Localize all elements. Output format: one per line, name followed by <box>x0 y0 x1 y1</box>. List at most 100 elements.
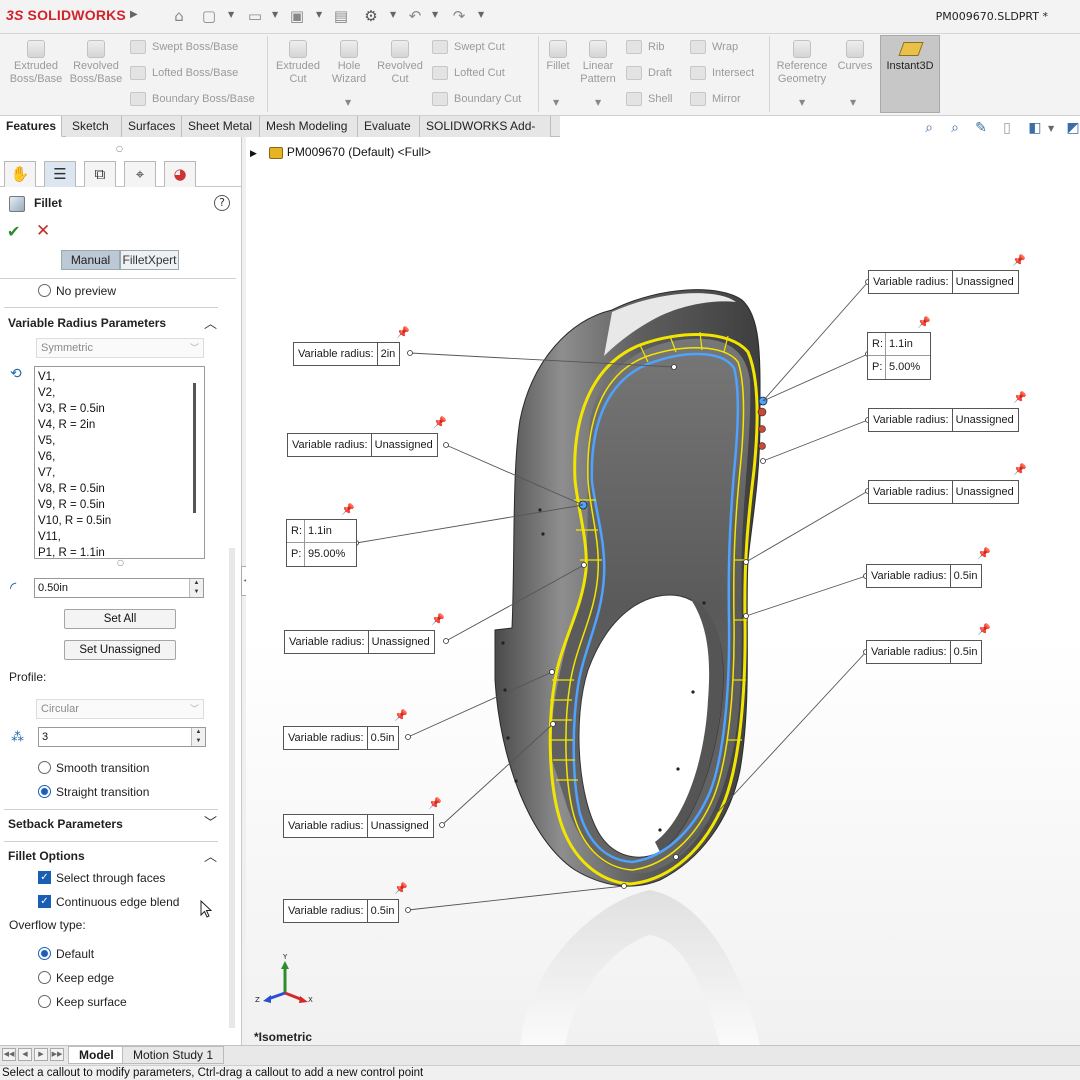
smooth-transition-radio[interactable] <box>38 761 51 775</box>
list-item[interactable]: V1, <box>38 369 201 385</box>
linear-pattern-dropdown-icon[interactable]: ▼ <box>595 98 601 107</box>
linear-pattern-button[interactable]: Linear Pattern <box>576 40 620 86</box>
wrap-button[interactable]: Wrap <box>690 37 738 57</box>
pin-icon[interactable]: 📌 <box>1013 391 1027 404</box>
prev-tab-icon[interactable]: ◀ <box>18 1048 32 1061</box>
tab-features[interactable]: Features <box>0 116 62 137</box>
pin-icon[interactable]: 📌 <box>433 416 447 429</box>
list-resize-grip-icon[interactable]: ○ <box>117 558 124 567</box>
radius-input[interactable]: 0.50in ▲ ▼ <box>34 578 204 598</box>
list-scrollbar[interactable] <box>193 383 196 513</box>
home-icon[interactable]: ⌂ <box>168 6 190 26</box>
swept-cut-button[interactable]: Swept Cut <box>432 37 505 57</box>
tab-sheet-metal[interactable]: Sheet Metal <box>182 116 260 137</box>
boundary-boss-button[interactable]: Boundary Boss/Base <box>130 89 255 109</box>
save-icon[interactable]: ▣ <box>286 6 308 26</box>
callout-value[interactable]: Unassigned <box>369 631 434 653</box>
menu-expand-icon[interactable]: ▶ <box>130 9 138 20</box>
undo-dropdown-icon[interactable]: ▼ <box>432 10 438 19</box>
open-icon[interactable]: ▭ <box>244 6 266 26</box>
variable-radius-callout[interactable]: Variable radius: 0.5in <box>866 564 983 588</box>
redo-icon[interactable]: ↷ <box>448 6 470 26</box>
tab-mesh-modeling[interactable]: Mesh Modeling <box>260 116 358 137</box>
propertymanager-tab-icon[interactable]: ☰ <box>44 161 76 187</box>
instances-input[interactable]: 3 ▲ ▼ <box>38 727 206 747</box>
variable-radius-callout[interactable]: Variable radius: Unassigned <box>868 270 1019 294</box>
vertex-radius-list[interactable]: V1, V2, V3, R = 0.5in V4, R = 2in V5, V6… <box>34 366 205 559</box>
fillet-button[interactable]: Fillet <box>542 40 574 73</box>
overflow-default-option[interactable]: Default <box>38 946 94 961</box>
variable-radius-callout[interactable]: Variable radius: Unassigned <box>287 433 438 457</box>
model-tab[interactable]: Model <box>68 1046 125 1064</box>
new-document-icon[interactable]: ▢ <box>198 6 220 26</box>
list-item[interactable]: P1, R = 1.1in <box>38 545 201 558</box>
lofted-cut-button[interactable]: Lofted Cut <box>432 63 505 83</box>
profile-select[interactable]: Circular ﹀ <box>36 699 204 719</box>
ok-checkmark-icon[interactable]: ✔ <box>7 222 20 241</box>
set-all-button[interactable]: Set All <box>64 609 176 629</box>
select-through-faces-option[interactable]: ✓ Select through faces <box>38 870 165 885</box>
reference-geometry-dropdown-icon[interactable]: ▼ <box>799 98 805 107</box>
list-item[interactable]: V2, <box>38 385 201 401</box>
straight-transition-option[interactable]: Straight transition <box>38 784 149 799</box>
pin-icon[interactable]: 📌 <box>394 882 408 895</box>
overflow-keep-edge-option[interactable]: Keep edge <box>38 970 114 985</box>
pin-icon[interactable]: 📌 <box>394 709 408 722</box>
tab-surfaces[interactable]: Surfaces <box>122 116 182 137</box>
variable-radius-callout[interactable]: Variable radius: Unassigned <box>868 480 1019 504</box>
spinner-arrows-icon[interactable]: ▲ ▼ <box>189 579 203 597</box>
extruded-cut-button[interactable]: Extruded Cut <box>272 40 324 86</box>
filletxpert-tab-button[interactable]: FilletXpert <box>120 250 179 270</box>
motion-study-tab[interactable]: Motion Study 1 <box>122 1046 225 1064</box>
variable-radius-callout[interactable]: Variable radius: Unassigned <box>283 814 434 838</box>
featuremanager-tab-icon[interactable]: ✋ <box>4 161 36 187</box>
callout-value[interactable]: Unassigned <box>368 815 433 837</box>
expand-chevron-down-icon[interactable]: ﹀ <box>204 812 217 831</box>
instant3d-button[interactable]: Instant3D <box>880 35 940 113</box>
list-item[interactable]: V11, <box>38 529 201 545</box>
panel-scrollbar[interactable] <box>229 548 235 1028</box>
list-item[interactable]: V10, R = 0.5in <box>38 513 201 529</box>
view-orientation-icon[interactable]: ◧ <box>1026 120 1044 136</box>
overflow-keep-edge-radio[interactable] <box>38 971 51 985</box>
open-dropdown-icon[interactable]: ▼ <box>272 10 278 19</box>
collapse-chevron-up-icon[interactable]: ︿ <box>204 846 217 865</box>
callout-value[interactable]: 0.5in <box>951 565 982 587</box>
p-value[interactable]: 5.00% <box>886 356 920 379</box>
list-item[interactable]: V8, R = 0.5in <box>38 481 201 497</box>
variable-radius-callout[interactable]: Variable radius: 0.5in <box>866 640 983 664</box>
next-tab-icon[interactable]: ▶ <box>34 1048 48 1061</box>
shell-button[interactable]: Shell <box>626 89 672 109</box>
list-item[interactable]: V5, <box>38 433 201 449</box>
callout-value[interactable]: Unassigned <box>953 271 1018 293</box>
view-orientation-dropdown-icon[interactable]: ▼ <box>1048 124 1054 133</box>
pin-icon[interactable]: 📌 <box>341 503 355 516</box>
rib-button[interactable]: Rib <box>626 37 665 57</box>
callout-value[interactable]: Unassigned <box>372 434 437 456</box>
overflow-keep-surface-radio[interactable] <box>38 995 51 1009</box>
mirror-button[interactable]: Mirror <box>690 89 741 109</box>
pin-icon[interactable]: 📌 <box>977 547 991 560</box>
continuous-edge-blend-option[interactable]: ✓ Continuous edge blend <box>38 894 179 909</box>
cancel-x-icon[interactable]: ✕ <box>36 221 50 241</box>
variable-radius-callout[interactable]: Variable radius: Unassigned <box>868 408 1019 432</box>
straight-transition-radio[interactable] <box>38 785 51 799</box>
symmetric-select[interactable]: Symmetric ﹀ <box>36 338 204 358</box>
callout-value[interactable]: 0.5in <box>951 641 982 663</box>
panel-grip-icon[interactable]: ○ <box>116 144 123 153</box>
dimxpert-tab-icon[interactable]: ⌖ <box>124 161 156 187</box>
extruded-boss-button[interactable]: Extruded Boss/Base <box>8 40 64 86</box>
overflow-default-radio[interactable] <box>38 947 51 961</box>
reference-geometry-button[interactable]: Reference Geometry <box>772 40 832 86</box>
variable-radius-callout[interactable]: Variable radius: Unassigned <box>284 630 435 654</box>
last-tab-icon[interactable]: ▶▶ <box>50 1048 64 1061</box>
draft-button[interactable]: Draft <box>626 63 672 83</box>
zoom-to-fit-icon[interactable]: ⌕ <box>920 120 938 136</box>
tab-addins[interactable]: SOLIDWORKS Add-Ins <box>420 116 551 153</box>
hole-wizard-dropdown-icon[interactable]: ▼ <box>345 98 351 107</box>
list-item[interactable]: V6, <box>38 449 201 465</box>
variable-radius-callout[interactable]: Variable radius: 2in <box>293 342 401 366</box>
previous-view-icon[interactable]: ✎ <box>972 120 990 136</box>
tab-sketch[interactable]: Sketch <box>66 116 122 137</box>
rp-callout[interactable]: R: 1.1in P: 5.00% <box>867 332 931 380</box>
